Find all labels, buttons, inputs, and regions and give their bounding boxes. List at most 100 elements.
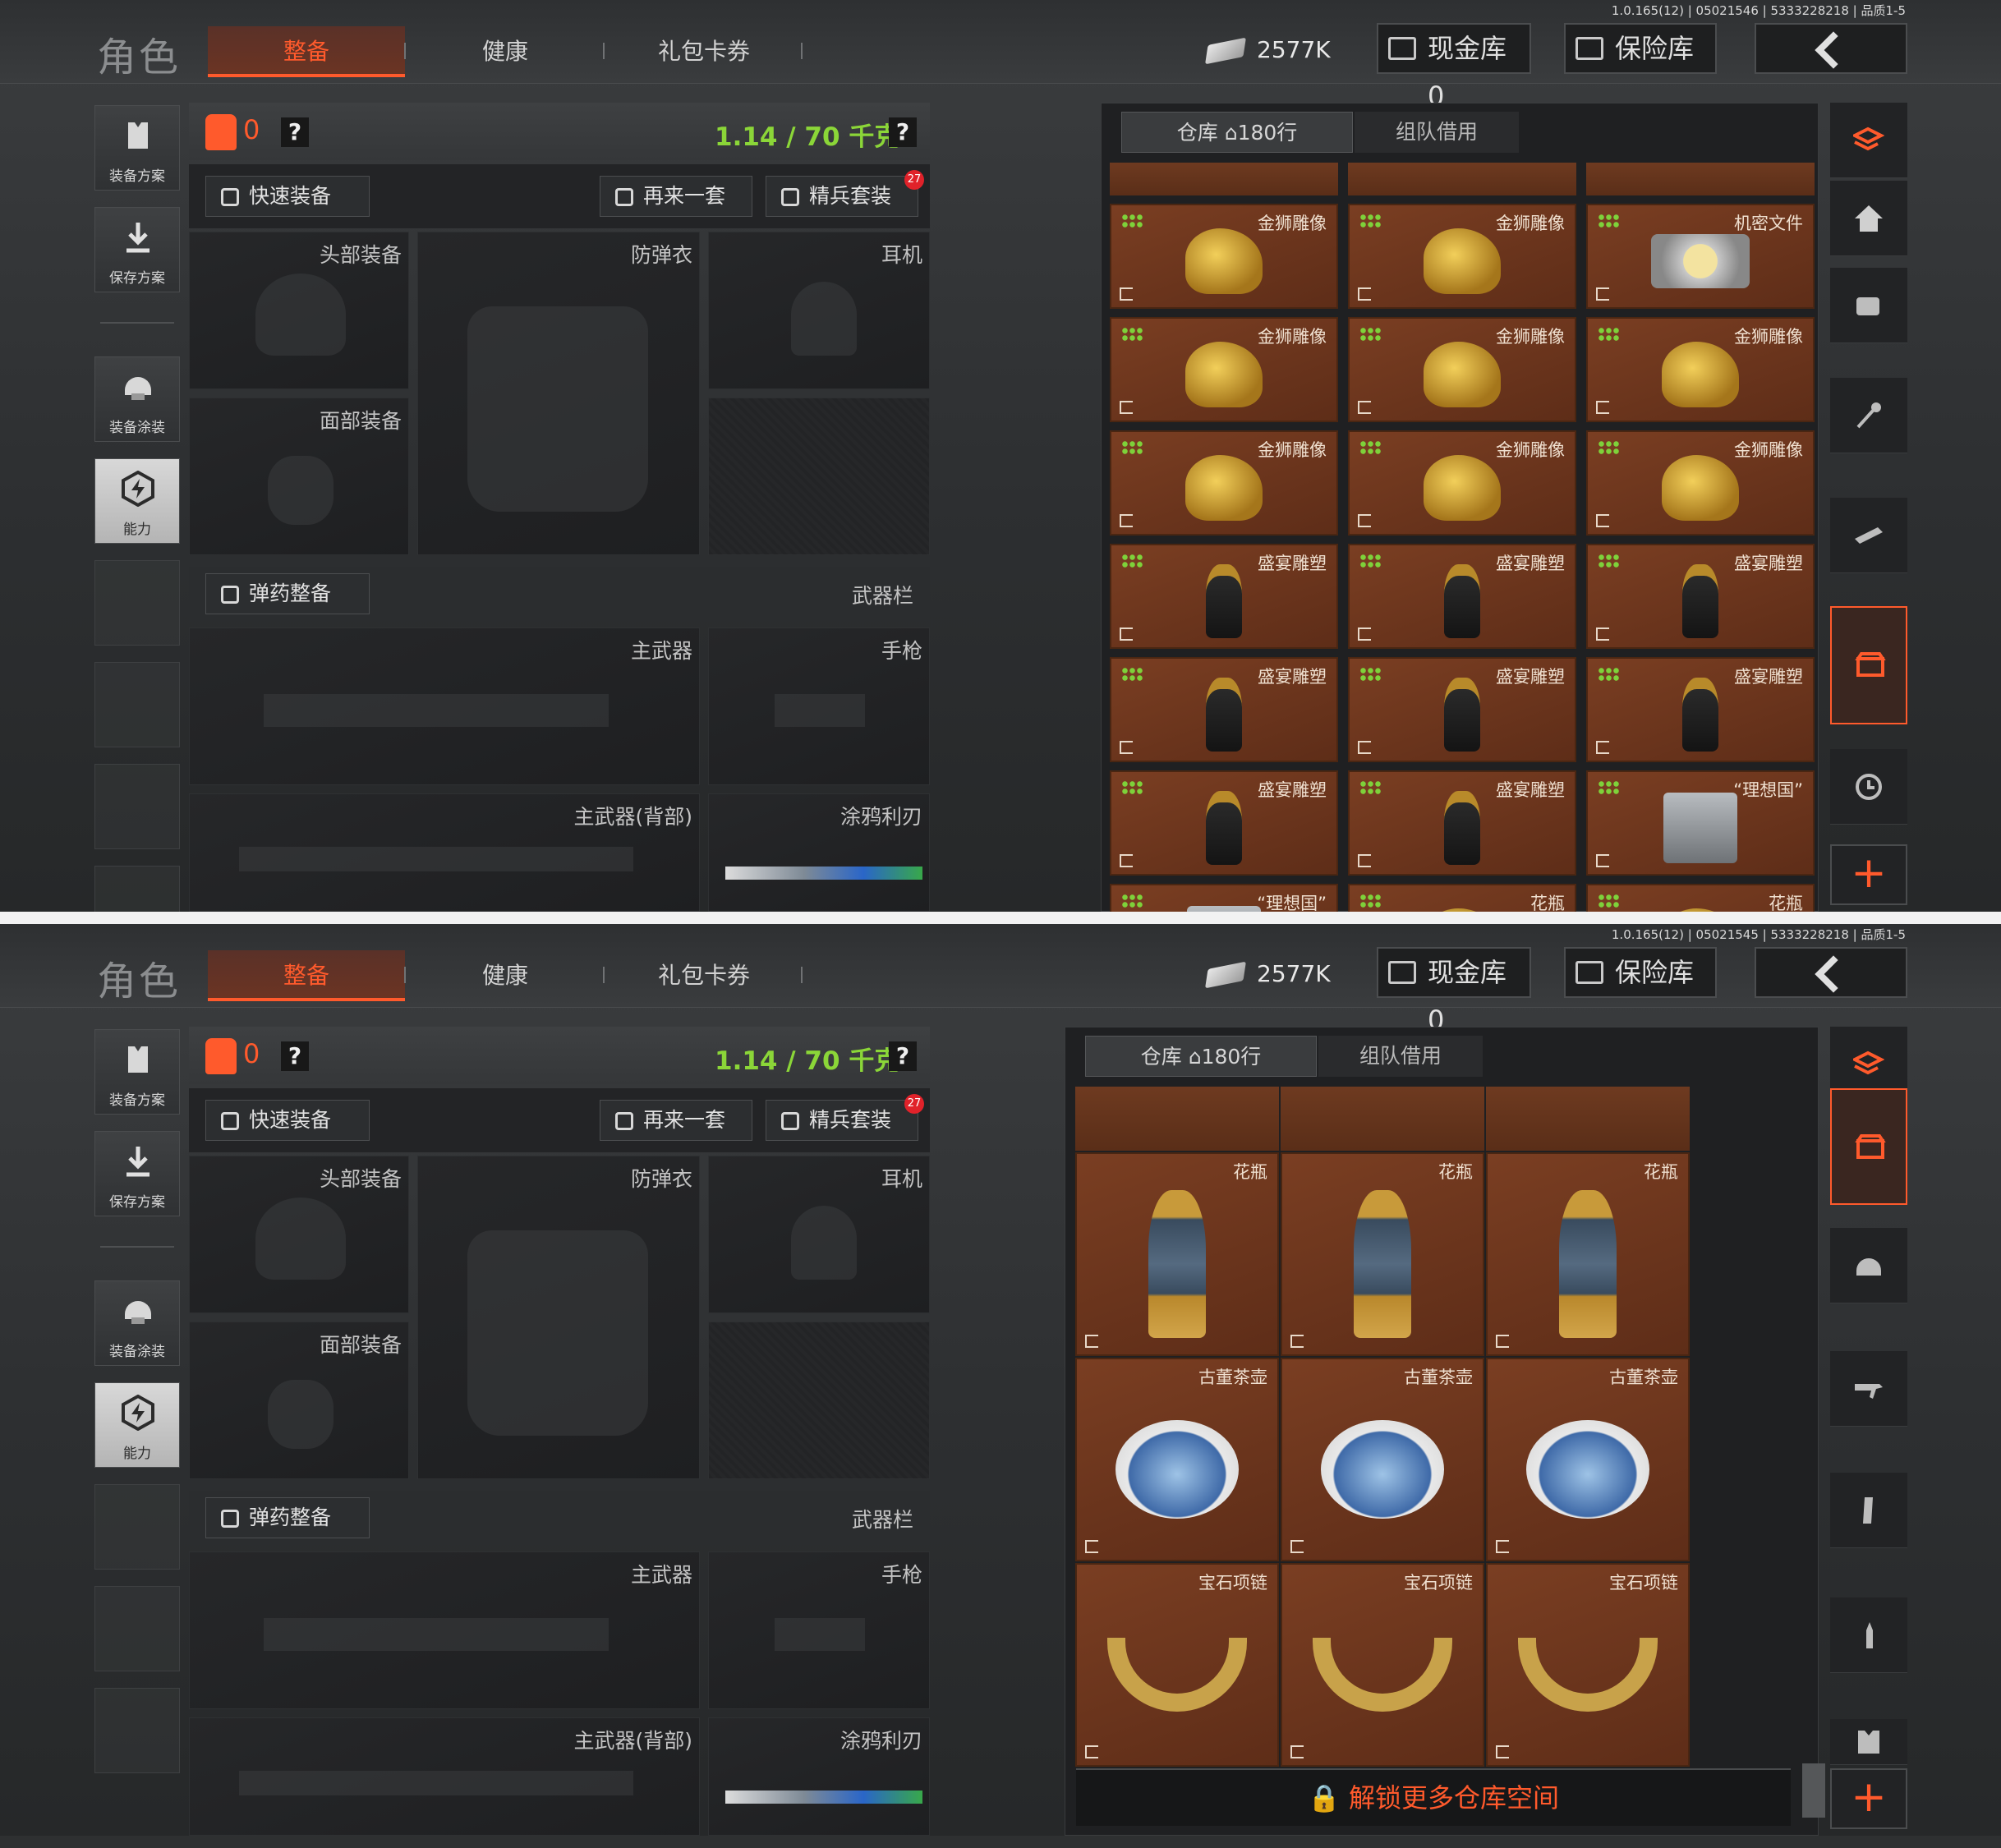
sidebar-item-paint[interactable]: 装备涂装 bbox=[94, 356, 180, 442]
cash-vault-button[interactable]: 现金库 0 bbox=[1377, 947, 1531, 1036]
sidebar-item-home[interactable] bbox=[1830, 181, 1907, 256]
elite-set-button[interactable]: 精兵套装 27 bbox=[766, 170, 924, 217]
warehouse-item[interactable]: “理想国” bbox=[1586, 770, 1815, 876]
move-out-icon[interactable] bbox=[1120, 854, 1133, 867]
move-out-icon[interactable] bbox=[1496, 1745, 1509, 1758]
move-out-icon[interactable] bbox=[1358, 287, 1371, 301]
unlock-more-storage-button[interactable]: 🔒 解锁更多仓库空间 bbox=[1076, 1768, 1791, 1826]
slot-face[interactable]: 面部装备 bbox=[189, 398, 409, 555]
warehouse-item-large[interactable]: 古董茶壶 bbox=[1075, 1358, 1279, 1561]
sidebar-item-key[interactable] bbox=[1830, 378, 1907, 453]
ammo-button[interactable]: 弹药整备 bbox=[205, 1497, 370, 1538]
move-out-icon[interactable] bbox=[1496, 1540, 1509, 1553]
move-out-icon[interactable] bbox=[1596, 514, 1609, 527]
tab-equip[interactable]: 整备 bbox=[208, 950, 405, 1001]
warehouse-item[interactable]: 金狮雕像 bbox=[1110, 204, 1338, 309]
back-button[interactable] bbox=[1755, 23, 1907, 74]
move-out-icon[interactable] bbox=[1120, 627, 1133, 641]
sidebar-item-vest[interactable] bbox=[1830, 1719, 1907, 1765]
warehouse-item[interactable]: 机密文件 bbox=[1586, 204, 1815, 309]
tab-team-borrow[interactable]: 组队借用 bbox=[1318, 1036, 1483, 1077]
back-button[interactable] bbox=[1755, 947, 1907, 998]
tab-team-borrow[interactable]: 组队借用 bbox=[1355, 112, 1519, 153]
warehouse-item-large[interactable]: 古董茶壶 bbox=[1281, 1358, 1484, 1561]
warehouse-item-large[interactable]: 宝石项链 bbox=[1075, 1563, 1279, 1767]
slot-head[interactable]: 头部装备 bbox=[189, 1156, 409, 1313]
move-out-icon[interactable] bbox=[1596, 741, 1609, 754]
elite-set-button[interactable]: 精兵套装 27 bbox=[766, 1094, 924, 1141]
sidebar-item-helmet[interactable] bbox=[1830, 1228, 1907, 1303]
warehouse-item-large[interactable]: 宝石项链 bbox=[1281, 1563, 1484, 1767]
warehouse-item[interactable]: 盛宴雕塑 bbox=[1348, 770, 1576, 876]
add-button[interactable]: + bbox=[1830, 844, 1907, 905]
warehouse-item[interactable]: 金狮雕像 bbox=[1348, 204, 1576, 309]
warehouse-item[interactable]: 盛宴雕塑 bbox=[1110, 544, 1338, 649]
help-button[interactable]: ? bbox=[281, 1041, 309, 1071]
safe-vault-button[interactable]: 保险库 bbox=[1564, 947, 1717, 998]
warehouse-item[interactable]: “理想国” bbox=[1110, 884, 1338, 912]
warehouse-item-large[interactable]: 花瓶 bbox=[1486, 1152, 1690, 1356]
slot-pistol[interactable]: 手枪 bbox=[708, 1551, 930, 1709]
move-out-icon[interactable] bbox=[1120, 514, 1133, 527]
warehouse-item[interactable]: 金狮雕像 bbox=[1110, 430, 1338, 536]
warehouse-item[interactable]: 金狮雕像 bbox=[1110, 317, 1338, 422]
move-out-icon[interactable] bbox=[1358, 401, 1371, 414]
move-out-icon[interactable] bbox=[1120, 741, 1133, 754]
move-out-icon[interactable] bbox=[1120, 401, 1133, 414]
warehouse-item[interactable]: 花瓶 bbox=[1348, 884, 1576, 912]
sidebar-item-save-plan[interactable]: 保存方案 bbox=[94, 1131, 180, 1216]
move-out-icon[interactable] bbox=[1596, 401, 1609, 414]
warehouse-item-large[interactable]: 宝石项链 bbox=[1486, 1563, 1690, 1767]
warehouse-item[interactable]: 盛宴雕塑 bbox=[1348, 544, 1576, 649]
tab-health[interactable]: 健康 bbox=[411, 950, 600, 1001]
slot-primary[interactable]: 主武器 bbox=[189, 627, 700, 785]
warehouse-item[interactable]: 盛宴雕塑 bbox=[1348, 657, 1576, 762]
sidebar-item-cash[interactable] bbox=[1830, 498, 1907, 573]
slot-melee[interactable]: 涂鸦利刃 bbox=[708, 793, 930, 912]
slot-head[interactable]: 头部装备 bbox=[189, 232, 409, 389]
sidebar-item-loadout-plan[interactable]: 装备方案 bbox=[94, 1029, 180, 1115]
help-button[interactable]: ? bbox=[281, 117, 309, 147]
warehouse-item[interactable]: 盛宴雕塑 bbox=[1586, 544, 1815, 649]
tab-equip[interactable]: 整备 bbox=[208, 26, 405, 77]
warehouse-item[interactable]: 盛宴雕塑 bbox=[1586, 657, 1815, 762]
move-out-icon[interactable] bbox=[1290, 1745, 1304, 1758]
sidebar-item-loadout-plan[interactable]: 装备方案 bbox=[94, 105, 180, 191]
scrollbar-thumb[interactable] bbox=[1802, 1763, 1825, 1818]
warehouse-item-large[interactable]: 古董茶壶 bbox=[1486, 1358, 1690, 1561]
add-button[interactable]: + bbox=[1830, 1768, 1907, 1829]
tab-storage[interactable]: 仓库 ⌂180行 bbox=[1121, 112, 1353, 153]
warehouse-item-partial[interactable] bbox=[1110, 163, 1338, 195]
warehouse-item[interactable]: 盛宴雕塑 bbox=[1110, 657, 1338, 762]
sidebar-item-sort[interactable] bbox=[1830, 103, 1907, 178]
warehouse-item-partial[interactable] bbox=[1586, 163, 1815, 195]
warehouse-item-large[interactable]: 花瓶 bbox=[1075, 1152, 1279, 1356]
slot-armor[interactable]: 防弹衣 bbox=[417, 1156, 700, 1479]
sidebar-item-save-plan[interactable]: 保存方案 bbox=[94, 207, 180, 292]
sidebar-item-rifle[interactable] bbox=[1830, 1351, 1907, 1427]
warehouse-item[interactable]: 金狮雕像 bbox=[1586, 430, 1815, 536]
warehouse-item[interactable]: 盛宴雕塑 bbox=[1110, 770, 1338, 876]
warehouse-item[interactable]: 金狮雕像 bbox=[1348, 317, 1576, 422]
warehouse-item-partial[interactable] bbox=[1281, 1087, 1484, 1151]
move-out-icon[interactable] bbox=[1290, 1335, 1304, 1348]
slot-headset[interactable]: 耳机 bbox=[708, 1156, 930, 1313]
slot-headset[interactable]: 耳机 bbox=[708, 232, 930, 389]
weight-help-button[interactable]: ? bbox=[889, 117, 917, 147]
move-out-icon[interactable] bbox=[1358, 514, 1371, 527]
again-button[interactable]: 再来一套 bbox=[600, 1100, 752, 1141]
warehouse-item[interactable]: 金狮雕像 bbox=[1348, 430, 1576, 536]
safe-vault-button[interactable]: 保险库 bbox=[1564, 23, 1717, 74]
move-out-icon[interactable] bbox=[1358, 854, 1371, 867]
ammo-button[interactable]: 弹药整备 bbox=[205, 573, 370, 614]
warehouse-item-partial[interactable] bbox=[1486, 1087, 1690, 1151]
sidebar-item-ammo[interactable] bbox=[1830, 1597, 1907, 1673]
weight-help-button[interactable]: ? bbox=[889, 1041, 917, 1071]
slot-primary-back[interactable]: 主武器(背部) bbox=[189, 793, 700, 912]
tab-gift-coupons[interactable]: 礼包卡券 bbox=[610, 950, 798, 1001]
warehouse-item[interactable]: 花瓶 bbox=[1586, 884, 1815, 912]
move-out-icon[interactable] bbox=[1358, 741, 1371, 754]
sidebar-item-paint[interactable]: 装备涂装 bbox=[94, 1280, 180, 1366]
warehouse-item-partial[interactable] bbox=[1075, 1087, 1279, 1151]
slot-armor[interactable]: 防弹衣 bbox=[417, 232, 700, 555]
